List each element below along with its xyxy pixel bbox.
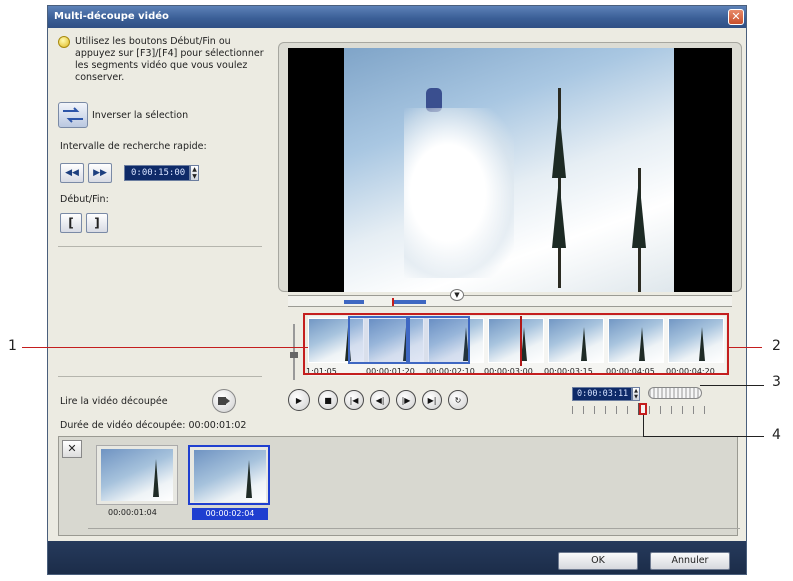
repeat-icon: ↻ — [454, 395, 462, 405]
zoom-handle[interactable] — [290, 352, 298, 358]
invert-selection-label[interactable]: Inverser la sélection — [92, 110, 188, 121]
play-trimmed-label: Lire la vidéo découpée — [60, 396, 168, 407]
film-play-icon — [218, 397, 230, 405]
stop-icon: ■ — [324, 395, 332, 405]
zoom-slider[interactable] — [290, 324, 298, 380]
start-mark-button[interactable]: [ — [60, 213, 82, 233]
divider — [58, 376, 262, 377]
hint-line-2: appuyez sur [F3]/[F4] pour sélectionner — [75, 48, 264, 59]
callout-line-4 — [643, 436, 764, 437]
callout-line-4-vertical — [643, 415, 644, 437]
clip-thumbnail — [101, 449, 173, 501]
callout-number-1: 1 — [8, 338, 17, 354]
callout-frame-filmstrip — [303, 313, 729, 375]
snow-spray — [404, 108, 514, 278]
clip-time: 00:00:01:04 — [108, 508, 157, 517]
end-mark-button[interactable]: ] — [86, 213, 108, 233]
hint-line-4: conserver. — [75, 72, 125, 83]
playhead-marker — [392, 298, 394, 306]
timecode-field[interactable]: 0:00:03:11 — [572, 387, 632, 401]
callout-line-2 — [728, 347, 762, 348]
clip-thumbnail — [194, 450, 266, 502]
step-forward-icon: |▶ — [401, 395, 411, 405]
selected-segment — [394, 300, 426, 304]
play-trimmed-button[interactable] — [212, 389, 236, 413]
jog-down-icon[interactable]: ▼ — [450, 289, 464, 301]
close-button[interactable]: ✕ — [728, 9, 744, 25]
hint-line-1: Utilisez les boutons Début/Fin ou — [75, 36, 231, 47]
callout-marker-4 — [639, 403, 647, 415]
play-icon: ▶ — [295, 395, 303, 405]
invert-selection-icon[interactable] — [58, 102, 88, 128]
fast-forward-icon: ▶▶ — [93, 168, 107, 178]
rewind-button[interactable]: ◀◀ — [60, 163, 84, 183]
repeat-button[interactable]: ↻ — [448, 390, 468, 410]
tree-shape — [552, 108, 566, 178]
callout-line-1 — [22, 347, 308, 348]
start-end-label: Début/Fin: — [60, 194, 109, 205]
trimmed-duration-label: Durée de vidéo découpée: 00:00:01:02 — [60, 420, 247, 431]
callout-number-2: 2 — [772, 338, 781, 354]
bottom-bar — [48, 541, 746, 574]
rewind-icon: ◀◀ — [65, 168, 79, 178]
callout-line-3 — [700, 385, 764, 386]
window-title: Multi-découpe vidéo — [54, 11, 169, 22]
clip-item[interactable] — [96, 445, 178, 505]
stop-button[interactable]: ■ — [318, 390, 338, 410]
callout-number-4: 4 — [772, 427, 781, 443]
go-to-end-button[interactable]: ▶| — [422, 390, 442, 410]
timecode-spinner[interactable]: ▲ ▼ — [632, 387, 640, 401]
clips-scrollbar[interactable] — [88, 528, 740, 533]
callout-number-3: 3 — [772, 374, 781, 390]
tree-shape — [632, 178, 646, 248]
hint-line-3: les segments vidéo que vous voulez — [75, 60, 248, 71]
tree-shape — [552, 178, 566, 248]
title-bar: Multi-découpe vidéo ✕ — [48, 6, 746, 28]
divider — [58, 246, 262, 247]
scissors-icon: ✕ — [67, 442, 77, 455]
clip-item-selected[interactable] — [188, 445, 270, 505]
skip-start-icon: |◀ — [349, 395, 359, 405]
go-to-start-button[interactable]: |◀ — [344, 390, 364, 410]
quick-search-label: Intervalle de recherche rapide: — [60, 141, 207, 152]
skip-end-icon: ▶| — [427, 395, 437, 405]
video-frame — [344, 48, 674, 292]
selected-segment — [344, 300, 364, 304]
multi-trim-window: Multi-découpe vidéo ✕ Utilisez les bouto… — [47, 5, 747, 575]
fast-forward-button[interactable]: ▶▶ — [88, 163, 112, 183]
lightbulb-icon — [58, 36, 70, 48]
quick-search-field[interactable]: 0:00:15:00 — [124, 165, 190, 181]
play-button[interactable]: ▶ — [288, 389, 310, 411]
previous-frame-button[interactable]: ◀| — [370, 390, 390, 410]
ok-button[interactable]: OK — [558, 552, 638, 570]
video-preview — [288, 48, 732, 292]
cancel-button[interactable]: Annuler — [650, 552, 730, 570]
shuttle-slider[interactable] — [648, 387, 702, 399]
step-back-icon: ◀| — [375, 395, 385, 405]
next-frame-button[interactable]: |▶ — [396, 390, 416, 410]
quick-search-spinner[interactable]: ▲ ▼ — [190, 165, 199, 181]
clip-time-selected: 00:00:02:04 — [192, 508, 268, 520]
delete-clip-button[interactable]: ✕ — [62, 440, 82, 458]
timeline-bar[interactable] — [288, 295, 732, 307]
